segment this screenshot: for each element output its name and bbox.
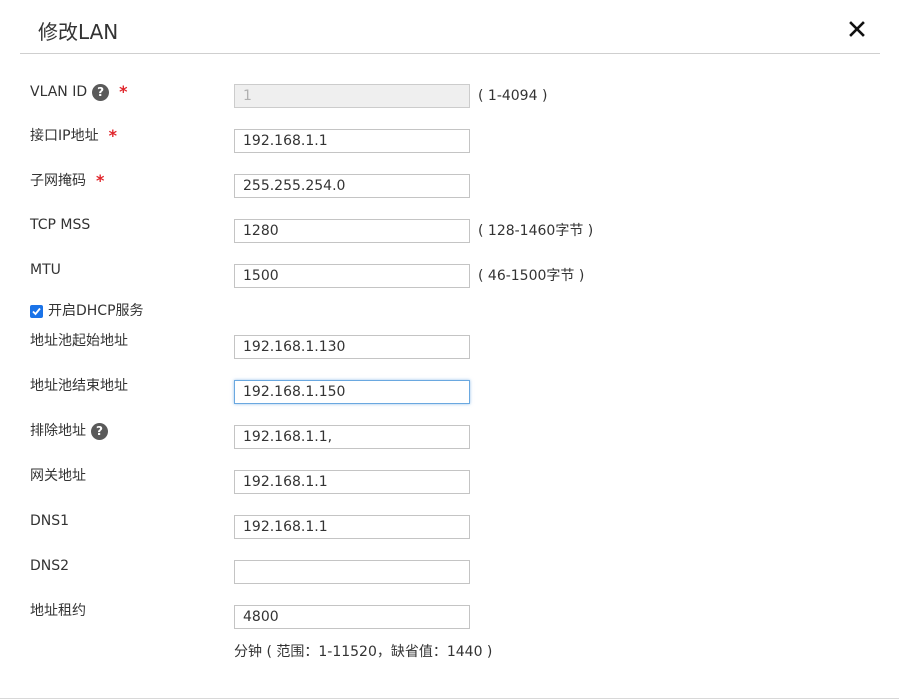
pool-end-label: 地址池结束地址 <box>30 376 128 396</box>
vlan-id-input <box>234 84 470 108</box>
tcp-mss-label-text: TCP MSS <box>30 217 91 233</box>
pool-end-label-text: 地址池结束地址 <box>30 378 128 394</box>
tcp-mss-input[interactable] <box>234 219 470 243</box>
dns2-label-text: DNS2 <box>30 558 70 574</box>
gateway-input[interactable] <box>234 470 470 494</box>
question-icon[interactable]: ? <box>92 83 110 101</box>
dialog-title: 修改LAN <box>38 20 119 44</box>
lease-label: 地址租约 <box>30 601 86 621</box>
dhcp-toggle[interactable]: 开启DHCP服务 <box>30 301 144 321</box>
pool-end-input[interactable] <box>234 380 470 404</box>
lease-label-text: 地址租约 <box>30 603 86 619</box>
close-icon[interactable] <box>846 18 868 40</box>
title-divider <box>20 53 880 54</box>
question-icon[interactable]: ? <box>91 422 108 440</box>
interface-ip-label: 接口IP地址 * <box>30 126 117 146</box>
subnet-mask-label-text: 子网掩码 <box>30 173 86 189</box>
pool-start-label-text: 地址池起始地址 <box>30 333 128 349</box>
lease-input[interactable] <box>234 605 470 629</box>
vlan-id-label: VLAN ID ? * <box>30 82 127 102</box>
interface-ip-input[interactable] <box>234 129 470 153</box>
modify-lan-dialog: 修改LAN VLAN ID ? * ( 1-4094 ) 接口IP地址 * 子网… <box>0 0 899 699</box>
mtu-input[interactable] <box>234 264 470 288</box>
dhcp-label: 开启DHCP服务 <box>48 303 144 319</box>
required-star: * <box>108 126 117 145</box>
required-star: * <box>119 82 128 101</box>
tcp-mss-hint: ( 128-1460字节 ) <box>478 223 594 239</box>
pool-start-label: 地址池起始地址 <box>30 331 128 351</box>
vlan-id-label-text: VLAN ID <box>30 84 88 100</box>
pool-start-input[interactable] <box>234 335 470 359</box>
mtu-label: MTU <box>30 260 61 280</box>
mtu-hint: ( 46-1500字节 ) <box>478 268 585 284</box>
exclude-label: 排除地址 ? <box>30 421 108 441</box>
dhcp-checkbox[interactable] <box>30 304 43 318</box>
dns2-label: DNS2 <box>30 556 69 576</box>
dns1-label: DNS1 <box>30 511 69 531</box>
dns2-input[interactable] <box>234 560 470 584</box>
interface-ip-label-text: 接口IP地址 <box>30 128 99 144</box>
subnet-mask-input[interactable] <box>234 174 470 198</box>
vlan-id-hint: ( 1-4094 ) <box>478 88 548 104</box>
mtu-label-text: MTU <box>30 262 61 278</box>
gateway-label-text: 网关地址 <box>30 468 86 484</box>
subnet-mask-label: 子网掩码 * <box>30 171 104 191</box>
tcp-mss-label: TCP MSS <box>30 215 90 235</box>
required-star: * <box>96 171 105 190</box>
lease-hint: 分钟 ( 范围：1-11520，缺省值：1440 ) <box>234 644 493 660</box>
dns1-input[interactable] <box>234 515 470 539</box>
dns1-label-text: DNS1 <box>30 513 70 529</box>
gateway-label: 网关地址 <box>30 466 86 486</box>
exclude-label-text: 排除地址 <box>30 423 86 439</box>
exclude-input[interactable] <box>234 425 470 449</box>
